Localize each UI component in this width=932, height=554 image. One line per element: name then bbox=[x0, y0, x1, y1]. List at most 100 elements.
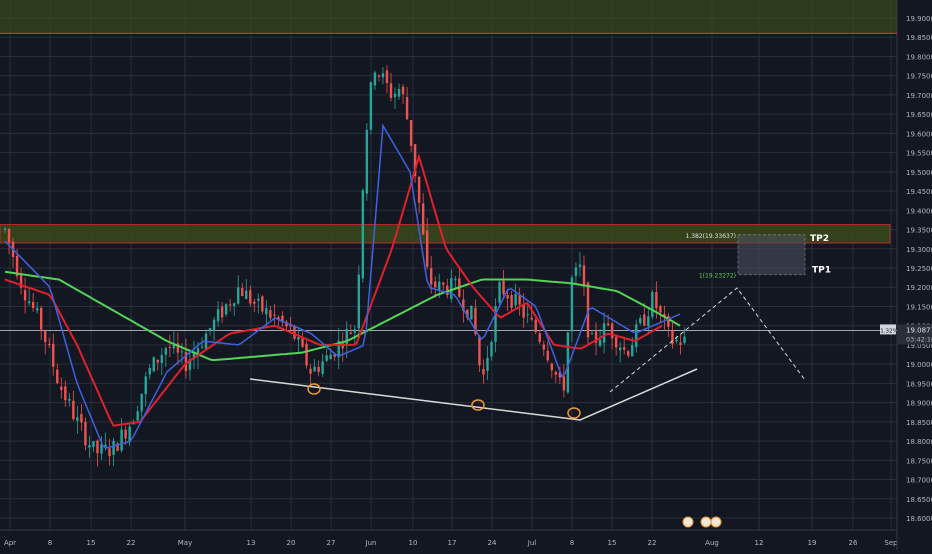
candle-body bbox=[216, 309, 220, 322]
candle-body bbox=[273, 314, 276, 316]
candle-body bbox=[249, 290, 252, 304]
candle-body bbox=[514, 294, 517, 306]
y-tick-label: 18.95000 bbox=[906, 380, 932, 388]
event-icon[interactable] bbox=[682, 516, 694, 528]
candle-body bbox=[421, 203, 425, 235]
candle-body bbox=[522, 304, 525, 318]
candle-body bbox=[96, 440, 99, 454]
candle-body bbox=[679, 342, 682, 345]
candle-body bbox=[526, 314, 529, 316]
y-tick-label: 19.65000 bbox=[906, 111, 932, 119]
candle-body bbox=[397, 88, 401, 97]
candle-body bbox=[48, 344, 51, 346]
candle-body bbox=[417, 176, 421, 203]
candle-body bbox=[470, 305, 473, 320]
y-tick-label: 18.80000 bbox=[906, 438, 932, 446]
candle-body bbox=[261, 296, 264, 312]
candle-body bbox=[570, 277, 574, 332]
x-tick-label: 20 bbox=[287, 539, 296, 547]
x-tick-label: 10 bbox=[409, 539, 418, 547]
candle-body bbox=[429, 268, 433, 285]
x-tick-label: 8 bbox=[48, 539, 52, 547]
candle-body bbox=[200, 346, 204, 348]
candle-body bbox=[602, 323, 606, 343]
candle-body bbox=[152, 357, 155, 372]
candle-body bbox=[180, 351, 184, 353]
candle-body bbox=[659, 306, 662, 313]
candle-body bbox=[44, 330, 47, 343]
countdown-label: 03:42:10 bbox=[906, 335, 932, 343]
event-icon[interactable] bbox=[700, 516, 712, 528]
candle-body bbox=[542, 344, 545, 350]
candle-body bbox=[317, 366, 320, 372]
candle-body bbox=[144, 376, 147, 395]
candle-body bbox=[490, 341, 493, 357]
candle-body bbox=[84, 422, 87, 446]
candle-body bbox=[92, 441, 95, 447]
candle-body bbox=[534, 319, 537, 333]
candle-body bbox=[389, 83, 393, 98]
target-box bbox=[737, 234, 806, 276]
candle-body bbox=[72, 400, 75, 420]
candle-body bbox=[550, 363, 554, 371]
x-tick-label: Jul bbox=[527, 539, 537, 547]
candle-body bbox=[76, 417, 79, 421]
candle-body bbox=[35, 308, 39, 311]
x-tick-label: 15 bbox=[608, 539, 617, 547]
tp1-label: TP1 bbox=[812, 266, 831, 276]
candle-body bbox=[486, 357, 489, 371]
x-tick-label: 22 bbox=[127, 539, 136, 547]
candle-body bbox=[369, 82, 373, 130]
x-tick-label: 8 bbox=[570, 539, 574, 547]
candle-body bbox=[245, 290, 248, 299]
candle-body bbox=[478, 336, 481, 366]
candle-body bbox=[220, 306, 224, 318]
candle-body bbox=[3, 228, 7, 230]
candle-body bbox=[401, 86, 405, 95]
top-supply-zone bbox=[0, 0, 897, 34]
candle-body bbox=[450, 278, 453, 299]
candle-body bbox=[631, 345, 634, 357]
candle-body bbox=[361, 190, 365, 279]
price-chart[interactable]: 19.90000 19.85000 19.80000 19.75000 19.70000… bbox=[0, 0, 932, 550]
candle-body bbox=[606, 323, 610, 326]
event-icon[interactable] bbox=[710, 516, 722, 528]
candle-body bbox=[405, 97, 409, 120]
candle-body bbox=[562, 376, 566, 391]
candle-body bbox=[442, 282, 445, 285]
candle-body bbox=[454, 279, 457, 281]
candle-body bbox=[675, 339, 678, 342]
x-tick-label: 27 bbox=[327, 539, 336, 547]
candle-body bbox=[228, 304, 232, 306]
candle-body bbox=[168, 346, 172, 348]
candle-body bbox=[425, 230, 429, 267]
candle-body bbox=[124, 429, 127, 439]
candle-body bbox=[618, 347, 622, 351]
y-tick-label: 18.60000 bbox=[906, 515, 932, 523]
candle-body bbox=[393, 93, 397, 98]
candle-body bbox=[610, 323, 614, 339]
candle-body bbox=[237, 287, 240, 304]
change-label: -1.32% bbox=[878, 328, 897, 334]
x-tick-label: Apr bbox=[4, 539, 16, 547]
candle-body bbox=[554, 371, 558, 375]
candle-body bbox=[655, 292, 658, 309]
candle-body bbox=[64, 386, 67, 401]
chart-area[interactable]: 19.90000 19.85000 19.80000 19.75000 19.70000… bbox=[0, 0, 932, 550]
y-tick-label: 18.90000 bbox=[906, 400, 932, 408]
candle-body bbox=[590, 333, 594, 335]
candle-body bbox=[56, 369, 59, 384]
candle-body bbox=[156, 359, 159, 363]
candle-body bbox=[635, 324, 638, 348]
candle-body bbox=[546, 350, 549, 361]
y-tick-label: 19.20000 bbox=[906, 284, 932, 292]
candle-body bbox=[108, 448, 111, 457]
chart-background bbox=[0, 0, 932, 550]
y-tick-label: 19.15000 bbox=[906, 303, 932, 311]
candle-body bbox=[112, 440, 115, 455]
candle-body bbox=[506, 295, 509, 299]
candle-body bbox=[538, 333, 541, 342]
candle-body bbox=[31, 302, 35, 308]
x-tick-label: Sep bbox=[884, 539, 898, 547]
candle-body bbox=[325, 355, 328, 361]
